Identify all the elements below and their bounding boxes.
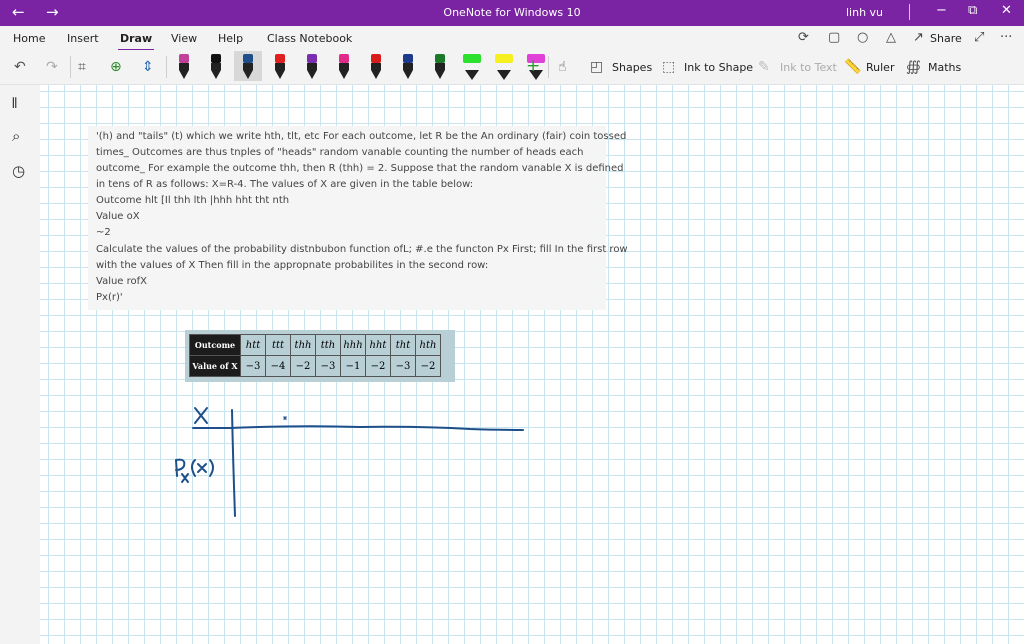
ink-x-label [194,407,208,424]
ink-dot [283,416,287,420]
ink-horizontal-line [192,425,524,431]
ink-drawing[interactable] [0,0,1024,644]
ink-vertical-line [231,409,236,517]
ink-px-label [175,458,214,483]
